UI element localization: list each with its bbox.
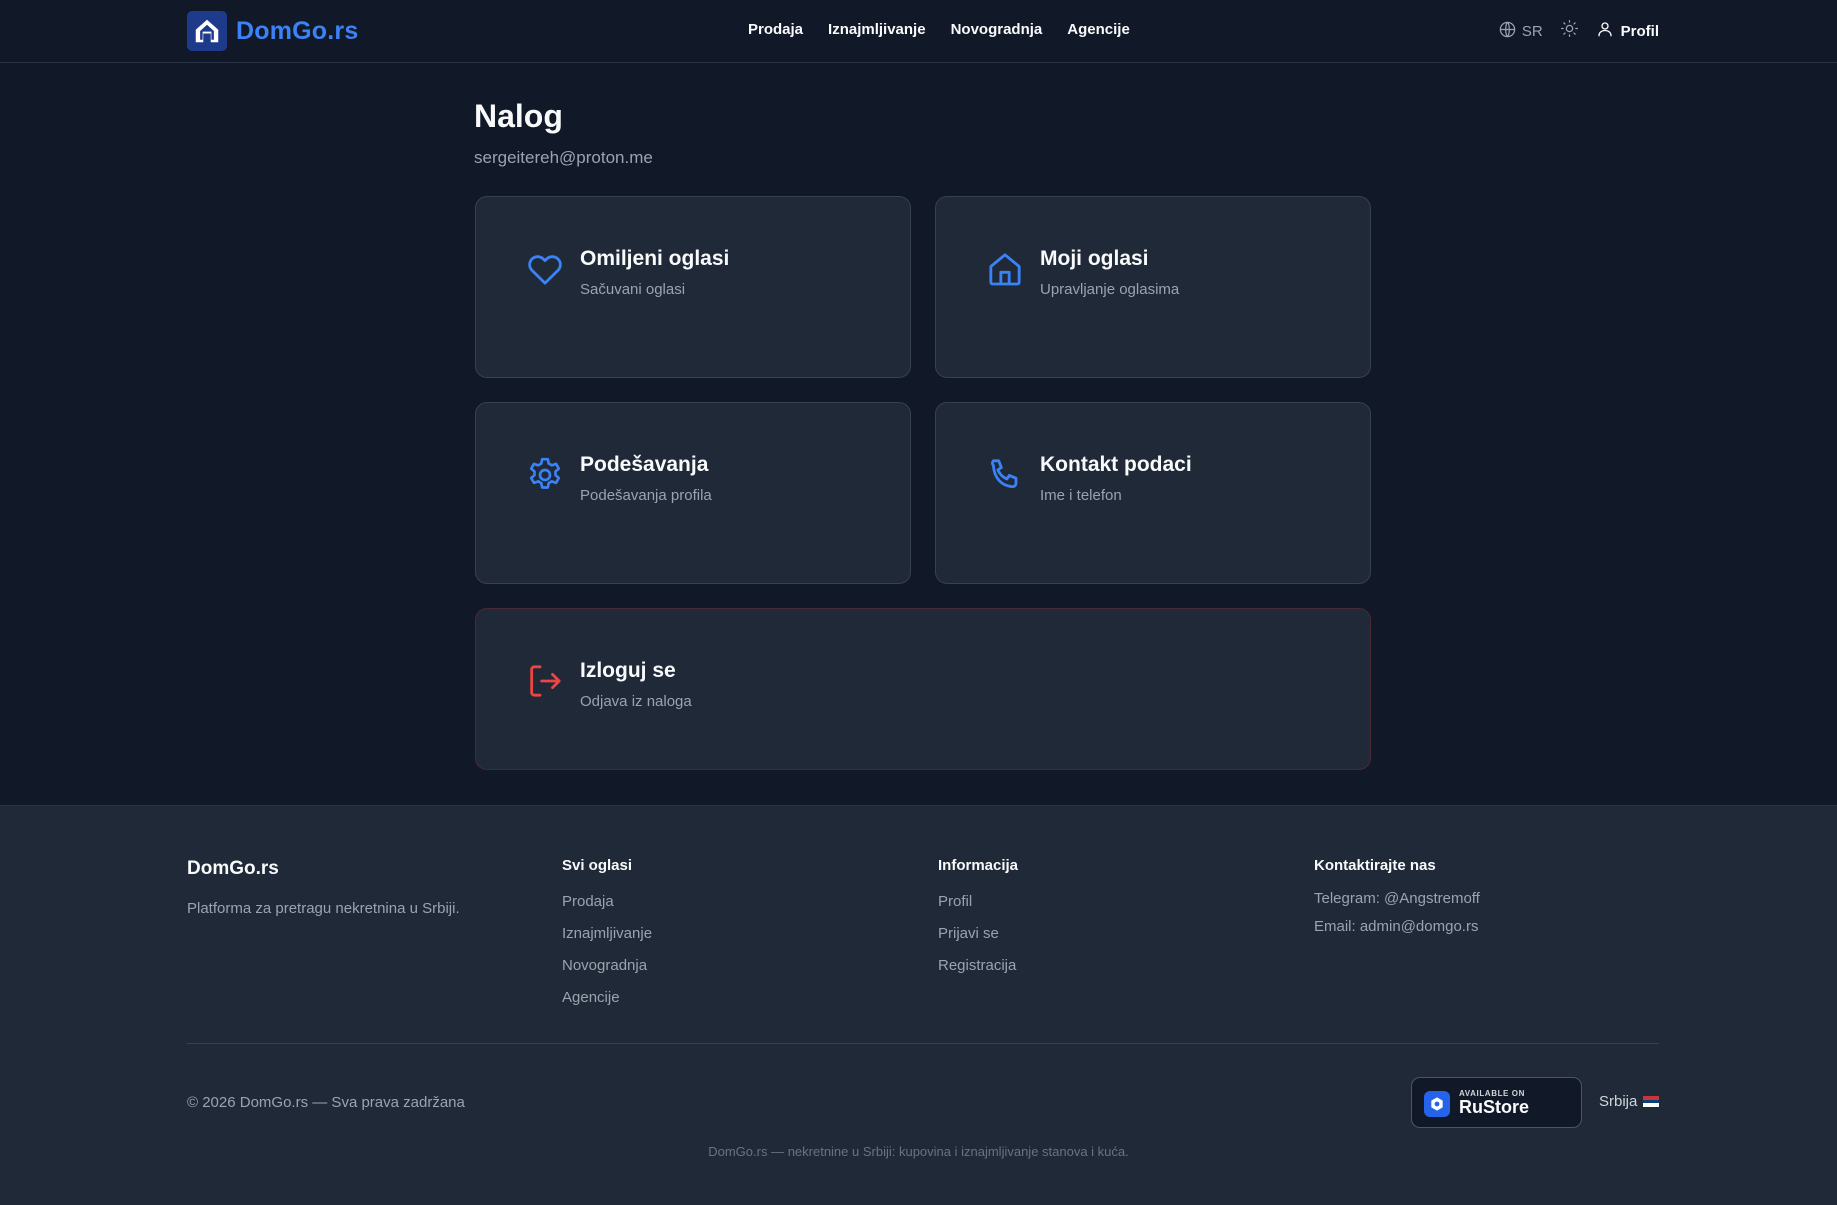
main-nav: Prodaja Iznajmljivanje Novogradnja Agenc… <box>748 21 1130 38</box>
logo-text: DomGo.rs <box>236 16 359 45</box>
card-settings[interactable]: Podešavanja Podešavanja profila <box>475 402 911 584</box>
footer-email[interactable]: Email: admin@domgo.rs <box>1314 918 1480 936</box>
card-subtitle: Ime i telefon <box>1040 487 1122 504</box>
copyright: © 2026 DomGo.rs — Sva prava zadržana <box>187 1094 465 1111</box>
serbia-flag-icon <box>1643 1096 1660 1107</box>
rustore-badge[interactable]: AVAILABLE ON RuStore <box>1411 1077 1582 1128</box>
logo-link[interactable]: DomGo.rs <box>187 11 358 51</box>
footer-description: Platforma za pretragu nekretnina u Srbij… <box>187 900 460 917</box>
card-favorites[interactable]: Omiljeni oglasi Sačuvani oglasi <box>475 196 911 378</box>
heart-icon <box>525 249 565 289</box>
footer-column-info: Informacija Profil Prijavi se Registraci… <box>938 857 1018 989</box>
rustore-icon <box>1424 1091 1450 1117</box>
account-page: Nalog sergeitereh@proton.me <box>474 96 1371 168</box>
user-email: sergeitereh@proton.me <box>474 148 653 167</box>
footer-column-listings: Svi oglasi Prodaja Iznajmljivanje Novogr… <box>562 857 652 1021</box>
page-title: Nalog <box>474 98 563 134</box>
header-actions: SR Profil <box>1498 19 1659 43</box>
card-logout[interactable]: Izloguj se Odjava iz naloga <box>475 608 1371 770</box>
card-contact-info[interactable]: Kontakt podaci Ime i telefon <box>935 402 1371 584</box>
top-navbar: DomGo.rs Prodaja Iznajmljivanje Novograd… <box>0 0 1837 63</box>
rustore-name: RuStore <box>1459 1097 1530 1117</box>
profile-button[interactable]: Profil <box>1596 20 1659 42</box>
globe-icon <box>1498 20 1517 43</box>
language-switcher[interactable]: SR <box>1498 20 1543 43</box>
card-title: Podešavanja <box>580 453 709 476</box>
sun-icon <box>1560 19 1579 43</box>
country-label: Srbija <box>1599 1093 1638 1110</box>
home-icon <box>985 249 1025 289</box>
footer-divider <box>187 1043 1659 1044</box>
country-selector[interactable]: Srbija <box>1599 1093 1660 1110</box>
house-logo-icon <box>187 11 227 51</box>
footer-link-iznajmljivanje[interactable]: Iznajmljivanje <box>562 925 652 943</box>
footer-link-prodaja[interactable]: Prodaja <box>562 893 652 911</box>
card-subtitle: Podešavanja profila <box>580 487 712 504</box>
phone-icon <box>985 455 1025 495</box>
nav-link-iznajmljivanje[interactable]: Iznajmljivanje <box>828 21 926 38</box>
card-my-listings[interactable]: Moji oglasi Upravljanje oglasima <box>935 196 1371 378</box>
nav-link-prodaja[interactable]: Prodaja <box>748 21 803 38</box>
card-title: Moji oglasi <box>1040 247 1149 270</box>
footer-heading: Svi oglasi <box>562 857 633 874</box>
card-subtitle: Odjava iz naloga <box>580 693 692 710</box>
footer-column-contact: Kontaktirajte nas Telegram: @Angstremoff… <box>1314 857 1480 946</box>
site-footer: DomGo.rs Platforma za pretragu nekretnin… <box>0 805 1837 1205</box>
user-icon <box>1596 20 1614 42</box>
footer-link-novogradnja[interactable]: Novogradnja <box>562 957 652 975</box>
footer-brand: DomGo.rs <box>187 858 279 879</box>
gear-icon <box>525 455 565 495</box>
footer-telegram[interactable]: Telegram: @Angstremoff <box>1314 890 1480 908</box>
footer-heading: Kontaktirajte nas <box>1314 857 1436 874</box>
footer-heading: Informacija <box>938 857 1019 874</box>
card-title: Omiljeni oglasi <box>580 247 730 270</box>
nav-link-agencije[interactable]: Agencije <box>1067 21 1130 38</box>
footer-tagline: DomGo.rs — nekretnine u Srbiji: kupovina… <box>708 1144 1129 1159</box>
card-title: Kontakt podaci <box>1040 453 1192 476</box>
logout-icon <box>525 661 565 701</box>
nav-link-novogradnja[interactable]: Novogradnja <box>951 21 1043 38</box>
language-label: SR <box>1521 22 1543 40</box>
card-title: Izloguj se <box>580 659 676 682</box>
footer-link-profil[interactable]: Profil <box>938 893 1018 911</box>
footer-link-register[interactable]: Registracija <box>938 957 1018 975</box>
card-subtitle: Upravljanje oglasima <box>1040 281 1180 298</box>
card-subtitle: Sačuvani oglasi <box>580 281 686 298</box>
footer-link-agencije[interactable]: Agencije <box>562 989 652 1007</box>
theme-toggle[interactable] <box>1560 19 1579 43</box>
footer-link-login[interactable]: Prijavi se <box>938 925 1018 943</box>
profile-label: Profil <box>1620 22 1659 40</box>
